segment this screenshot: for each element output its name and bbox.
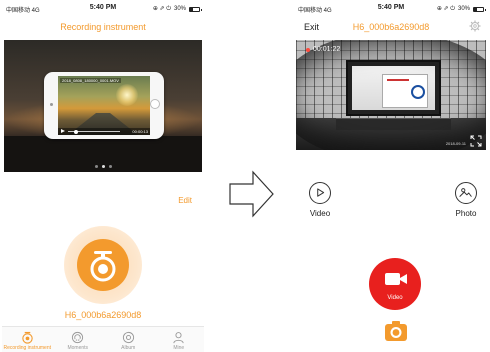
play-circle-icon [309,182,331,204]
page-dot[interactable] [108,165,112,168]
page-indicator[interactable] [4,165,202,168]
video-thumbnail: 2018_0808_180000_0001.MOV 00:00:13 [58,76,150,135]
playback-time: 00:00:13 [132,129,148,134]
tab-label: Moments [67,345,89,351]
fullscreen-icon[interactable] [470,135,482,147]
live-camera-view[interactable]: 00:01:22 2018-09-11 [296,40,486,150]
recording-instrument-screen: 中国移动 4G 5:40 PM ⊕ ⇗ ⏻ 30% Recording inst… [2,0,204,352]
video-mode-label: Video [309,209,331,218]
play-icon [61,129,65,133]
photo-mode-label: Photo [455,209,477,218]
battery-icon [473,6,486,12]
device-live-screen: 中国移动 4G 5:40 PM ⊕ ⇗ ⏻ 30% Exit H6_000b6a… [294,0,488,352]
recording-dot-icon [306,48,310,52]
status-right: ⊕ ⇗ ⏻ 30% [152,5,202,13]
camera-timestamp: 2018-09-11 [445,141,466,146]
tab-label: Mine [173,345,185,351]
gear-icon[interactable] [469,20,481,32]
video-camera-icon [385,273,407,285]
photo-mode-button[interactable]: Photo [446,182,486,218]
battery-percent: 30% [173,6,186,12]
page-dot[interactable] [94,165,98,168]
status-right: ⊕ ⇗ ⏻ 30% [436,5,486,13]
tutorial-banner[interactable]: 2018_0808_180000_0001.MOV 00:00:13 [4,40,202,172]
tab-label: Recording instrument [3,345,52,351]
home-button-icon [150,99,160,109]
record-video-button[interactable]: Video [369,258,421,310]
photo-circle-icon [455,182,477,204]
file-name-label: 2018_0808_180000_0001.MOV [60,78,121,83]
battery-icon [189,6,202,12]
moments-icon [72,331,84,344]
device-button-inner [77,239,129,291]
device-name: H6_000b6a2690d8 [64,310,142,320]
camera-icon[interactable] [384,320,408,342]
battery-percent: 30% [457,6,470,12]
tab-album[interactable]: Album [103,327,154,352]
arrow-right-icon [229,170,274,218]
tab-label: Album [121,345,136,351]
dashcam-icon [90,251,116,282]
edit-button[interactable]: Edit [178,196,192,205]
page-title: Recording instrument [60,22,146,32]
recording-time: 00:01:22 [313,46,341,53]
video-mode-button[interactable]: Video [300,182,340,218]
record-button-label: Video [387,295,403,301]
phone-preview: 2018_0808_180000_0001.MOV 00:00:13 [44,72,164,139]
dashcam-icon [22,331,33,344]
tab-bar: Recording instrument Moments Album Mine [2,326,204,352]
tab-recording-instrument[interactable]: Recording instrument [2,327,53,352]
tab-mine[interactable]: Mine [154,327,205,352]
status-bar: 中国移动 4G 5:40 PM ⊕ ⇗ ⏻ 30% [294,4,488,14]
tab-moments[interactable]: Moments [53,327,104,352]
status-bar: 中国移动 4G 5:40 PM ⊕ ⇗ ⏻ 30% [2,4,204,14]
status-icons: ⊕ ⇗ ⏻ [436,6,455,12]
status-icons: ⊕ ⇗ ⏻ [152,6,171,12]
album-icon [122,331,134,344]
page-dot-active[interactable] [101,165,105,168]
page-title: H6_000b6a2690d8 [352,22,430,32]
playback-controls: 00:00:13 [58,128,150,135]
device-button[interactable] [64,226,142,304]
person-icon [173,332,184,344]
